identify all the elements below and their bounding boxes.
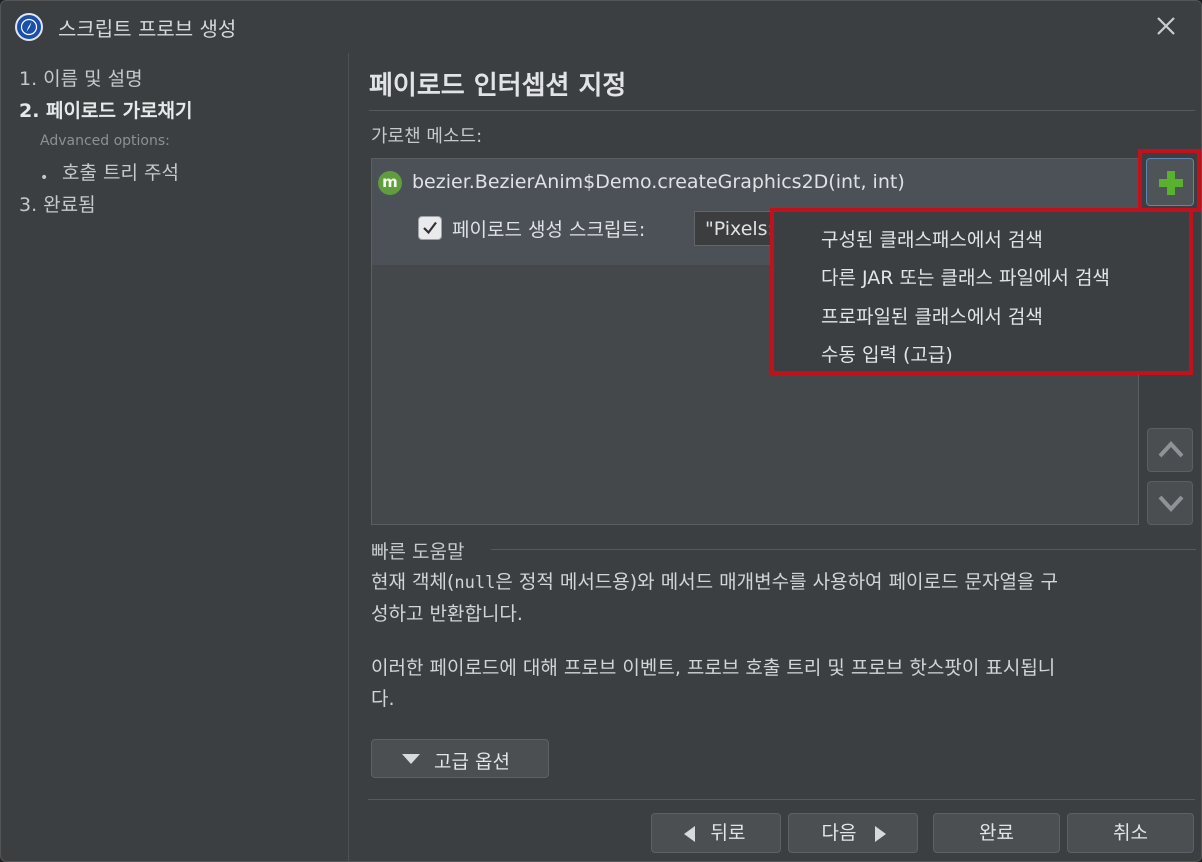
advanced-options-label: Advanced options: <box>40 133 170 149</box>
step-finished[interactable]: 3. 완료됨 <box>19 190 96 217</box>
move-up-button[interactable] <box>1147 428 1193 472</box>
help-text-part: 이러한 페이로드에 대해 프로브 이벤트, 프로브 호출 트리 및 프로브 핫스… <box>371 657 1056 679</box>
method-name: bezier.BezierAnim$Demo.createGraphics2D(… <box>412 171 905 193</box>
step-payload-interception[interactable]: 2. 페이로드 가로채기 <box>19 96 193 123</box>
method-icon: m <box>378 171 402 195</box>
plus-icon <box>1159 171 1183 195</box>
quick-help-divider <box>491 549 1196 550</box>
page-title: 페이로드 인터셉션 지정 <box>369 71 627 101</box>
help-text-part: 은 정적 메서드용)와 메서드 매개변수를 사용하여 페이로드 문자열을 구 <box>495 571 1058 593</box>
help-paragraph-2: 이러한 페이로드에 대해 프로브 이벤트, 프로브 호출 트리 및 프로브 핫스… <box>371 653 1196 715</box>
arrow-right-icon <box>875 826 886 842</box>
add-method-popup-menu: 구성된 클래스패스에서 검색 다른 JAR 또는 클래스 파일에서 검색 프로파… <box>770 208 1193 375</box>
chevron-up-icon <box>1158 441 1184 458</box>
triangle-down-icon <box>402 754 420 764</box>
finish-label: 완료 <box>979 822 1014 844</box>
menu-item-manual-entry[interactable]: 수동 입력 (고급) <box>821 340 953 367</box>
step-call-tree-annotation[interactable]: 호출 트리 주석 <box>62 158 179 185</box>
close-icon[interactable] <box>1151 11 1181 41</box>
payload-script-value: "Pixels: <box>705 218 774 240</box>
advanced-options-button[interactable]: 고급 옵션 <box>371 739 549 778</box>
window-title: 스크립트 프로브 생성 <box>58 17 237 41</box>
title-divider <box>369 110 1195 111</box>
finish-button[interactable]: 완료 <box>933 813 1060 853</box>
help-text-part: 성하고 반환합니다. <box>371 603 523 625</box>
advanced-options-label: 고급 옵션 <box>434 751 510 773</box>
payload-script-label: 페이로드 생성 스크립트: <box>452 219 646 241</box>
quick-help-title: 빠른 도움말 <box>371 541 465 563</box>
help-text-part: 현재 객체( <box>371 571 455 593</box>
move-down-button[interactable] <box>1147 481 1193 525</box>
payload-script-checkbox[interactable] <box>418 216 442 240</box>
back-label: 뒤로 <box>710 822 746 844</box>
bullet-icon: • <box>40 170 49 186</box>
step-name-description[interactable]: 1. 이름 및 설명 <box>19 64 143 91</box>
footer-divider <box>368 799 1195 800</box>
help-paragraph-1: 현재 객체(null은 정적 메서드용)와 메서드 매개변수를 사용하여 페이로… <box>371 567 1196 630</box>
title-bar: 스크립트 프로브 생성 <box>1 1 1201 53</box>
menu-item-search-jar[interactable]: 다른 JAR 또는 클래스 파일에서 검색 <box>821 263 1110 290</box>
menu-item-search-classpath[interactable]: 구성된 클래스패스에서 검색 <box>821 225 1043 252</box>
help-code: null <box>454 573 496 593</box>
add-method-button[interactable] <box>1146 158 1194 206</box>
sidebar-divider <box>348 53 349 861</box>
dialog-window: 스크립트 프로브 생성 1. 이름 및 설명 2. 페이로드 가로채기 Adva… <box>0 0 1202 862</box>
intercepted-methods-label: 가로챈 메소드: <box>371 126 483 147</box>
help-text-part: 다. <box>371 688 395 710</box>
cancel-label: 취소 <box>1113 822 1148 844</box>
chevron-down-icon <box>1158 495 1184 512</box>
cancel-button[interactable]: 취소 <box>1067 813 1194 853</box>
next-button[interactable]: 다음 <box>788 813 918 853</box>
app-compass-icon <box>15 13 43 41</box>
wizard-steps-sidebar: 1. 이름 및 설명 2. 페이로드 가로채기 Advanced options… <box>1 53 348 861</box>
arrow-left-icon <box>684 826 695 842</box>
menu-item-search-profiled[interactable]: 프로파일된 클래스에서 검색 <box>821 302 1043 329</box>
back-button[interactable]: 뒤로 <box>651 813 781 853</box>
